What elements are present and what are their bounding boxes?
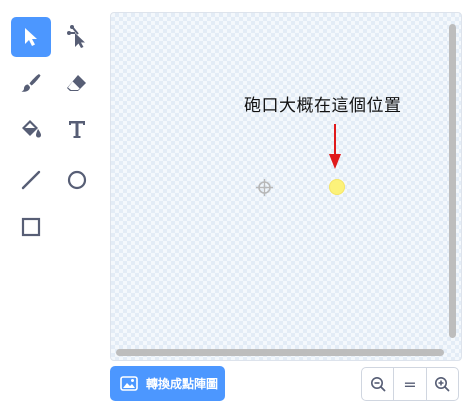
tool-circle[interactable]: [57, 160, 97, 200]
horizontal-scrollbar[interactable]: [116, 349, 444, 356]
circle-icon: [67, 170, 87, 190]
tool-eraser[interactable]: [57, 63, 97, 103]
zoom-reset-button[interactable]: =: [394, 368, 427, 400]
fill-bucket-icon: [22, 120, 41, 138]
red-arrow-icon: [329, 124, 341, 169]
zoom-reset-label: =: [403, 374, 417, 394]
text-icon: [69, 121, 85, 138]
tool-select[interactable]: [11, 17, 51, 57]
costume-center-icon: [256, 179, 273, 196]
zoom-in-icon: [435, 377, 450, 392]
line-icon: [21, 170, 41, 190]
tool-text[interactable]: [57, 109, 97, 149]
eraser-icon: [67, 75, 86, 91]
tool-line[interactable]: [11, 160, 51, 200]
convert-to-bitmap-button[interactable]: 轉換成點陣圖: [110, 366, 225, 401]
brush-icon: [21, 74, 41, 92]
select-arrow-icon: [25, 28, 37, 46]
tool-rectangle[interactable]: [11, 207, 51, 247]
zoom-out-button[interactable]: [362, 368, 395, 400]
tool-reshape[interactable]: [57, 17, 97, 57]
sprite-dot[interactable]: [329, 179, 345, 195]
rectangle-icon: [21, 217, 41, 237]
vertical-scrollbar[interactable]: [449, 24, 456, 338]
zoom-out-icon: [370, 377, 386, 392]
tool-brush[interactable]: [11, 63, 51, 103]
paint-canvas[interactable]: [110, 12, 462, 361]
convert-button-label: 轉換成點陣圖: [146, 377, 219, 391]
zoom-in-button[interactable]: [427, 368, 458, 400]
tool-fill[interactable]: [11, 109, 51, 149]
zoom-controls: =: [361, 367, 459, 401]
bitmap-image-icon: [120, 376, 138, 391]
reshape-icon: [67, 25, 85, 48]
canvas-annotation: 砲口大概在這個位置: [244, 96, 402, 116]
